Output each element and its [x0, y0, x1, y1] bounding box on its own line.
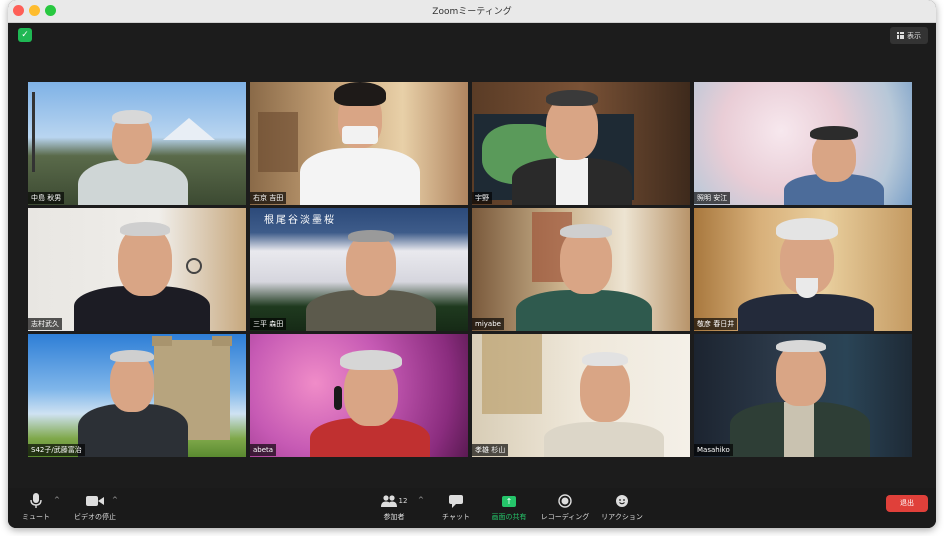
audio-options-caret[interactable]: ^	[54, 496, 60, 504]
share-screen-button[interactable]: ↑ 画面の共有	[486, 492, 532, 522]
participant-name: 孝雄 杉山	[472, 444, 509, 456]
stop-video-label: ビデオの停止	[74, 513, 116, 521]
zoom-window: Zoomミーティング ✓ 表示 中島 秋男 右京 吉田 宇野 照明 安江 志村武…	[8, 0, 936, 528]
video-tile-4[interactable]: 照明 安江	[694, 82, 912, 205]
video-tile-9[interactable]: S42子/武藤富治	[28, 334, 246, 457]
security-shield-icon[interactable]: ✓	[18, 28, 32, 42]
leave-meeting-button[interactable]: 退出	[886, 495, 928, 512]
participants-count: 12	[398, 497, 408, 505]
record-button[interactable]: レコーディング	[536, 492, 594, 522]
virtual-background-text: 根尾谷淡墨桜	[264, 215, 336, 226]
video-tile-5[interactable]: 志村武久	[28, 208, 246, 331]
participant-name: abeta	[250, 444, 277, 456]
record-label: レコーディング	[540, 513, 590, 521]
chat-label: チャット	[442, 513, 470, 521]
video-options-caret[interactable]: ^	[112, 496, 118, 504]
video-tile-10[interactable]: abeta	[250, 334, 468, 457]
reaction-button[interactable]: リアクション	[598, 492, 646, 522]
participant-name: S42子/武藤富治	[28, 444, 85, 456]
video-tile-6[interactable]: 根尾谷淡墨桜 三平 森田	[250, 208, 468, 331]
video-tile-1[interactable]: 中島 秋男	[28, 82, 246, 205]
microphone-icon	[18, 492, 54, 510]
reaction-icon	[598, 492, 646, 510]
record-icon	[536, 492, 594, 510]
participant-name: 志村武久	[28, 318, 62, 330]
window-title: Zoomミーティング	[432, 7, 512, 17]
participant-name: miyabe	[472, 318, 504, 330]
reaction-label: リアクション	[601, 513, 643, 521]
participants-icon: 12	[378, 492, 410, 510]
participant-name: Masahiko	[694, 444, 733, 456]
participant-name: 三平 森田	[250, 318, 287, 330]
participant-name: 敬彦 春日井	[694, 318, 738, 330]
participant-name: 照明 安江	[694, 192, 731, 204]
chat-button[interactable]: チャット	[436, 492, 476, 522]
participants-label: 参加者	[383, 513, 405, 521]
chat-icon	[436, 492, 476, 510]
meeting-toolbar: ミュート ^ ビデオの停止 ^ 12 参加者 ^ チャット ↑ 画面の共有 レコ…	[8, 488, 936, 528]
share-screen-icon: ↑	[486, 492, 532, 510]
mute-label: ミュート	[22, 513, 50, 521]
title-bar: Zoomミーティング	[8, 0, 936, 23]
participants-options-caret[interactable]: ^	[418, 496, 424, 504]
grid-icon	[897, 32, 904, 39]
share-screen-label: 画面の共有	[491, 513, 527, 521]
video-tile-12[interactable]: Masahiko	[694, 334, 912, 457]
video-tile-11[interactable]: 孝雄 杉山	[472, 334, 690, 457]
view-button-label: 表示	[907, 31, 921, 40]
video-tile-2[interactable]: 右京 吉田	[250, 82, 468, 205]
video-tile-8[interactable]: 敬彦 春日井	[694, 208, 912, 331]
participant-name: 宇野	[472, 192, 492, 204]
participant-name: 中島 秋男	[28, 192, 65, 204]
video-tile-3[interactable]: 宇野	[472, 82, 690, 205]
participant-name: 右京 吉田	[250, 192, 287, 204]
participants-button[interactable]: 12 参加者	[378, 492, 410, 522]
view-button[interactable]: 表示	[890, 27, 928, 44]
video-tile-7[interactable]: miyabe	[472, 208, 690, 331]
mute-button[interactable]: ミュート	[18, 492, 54, 522]
